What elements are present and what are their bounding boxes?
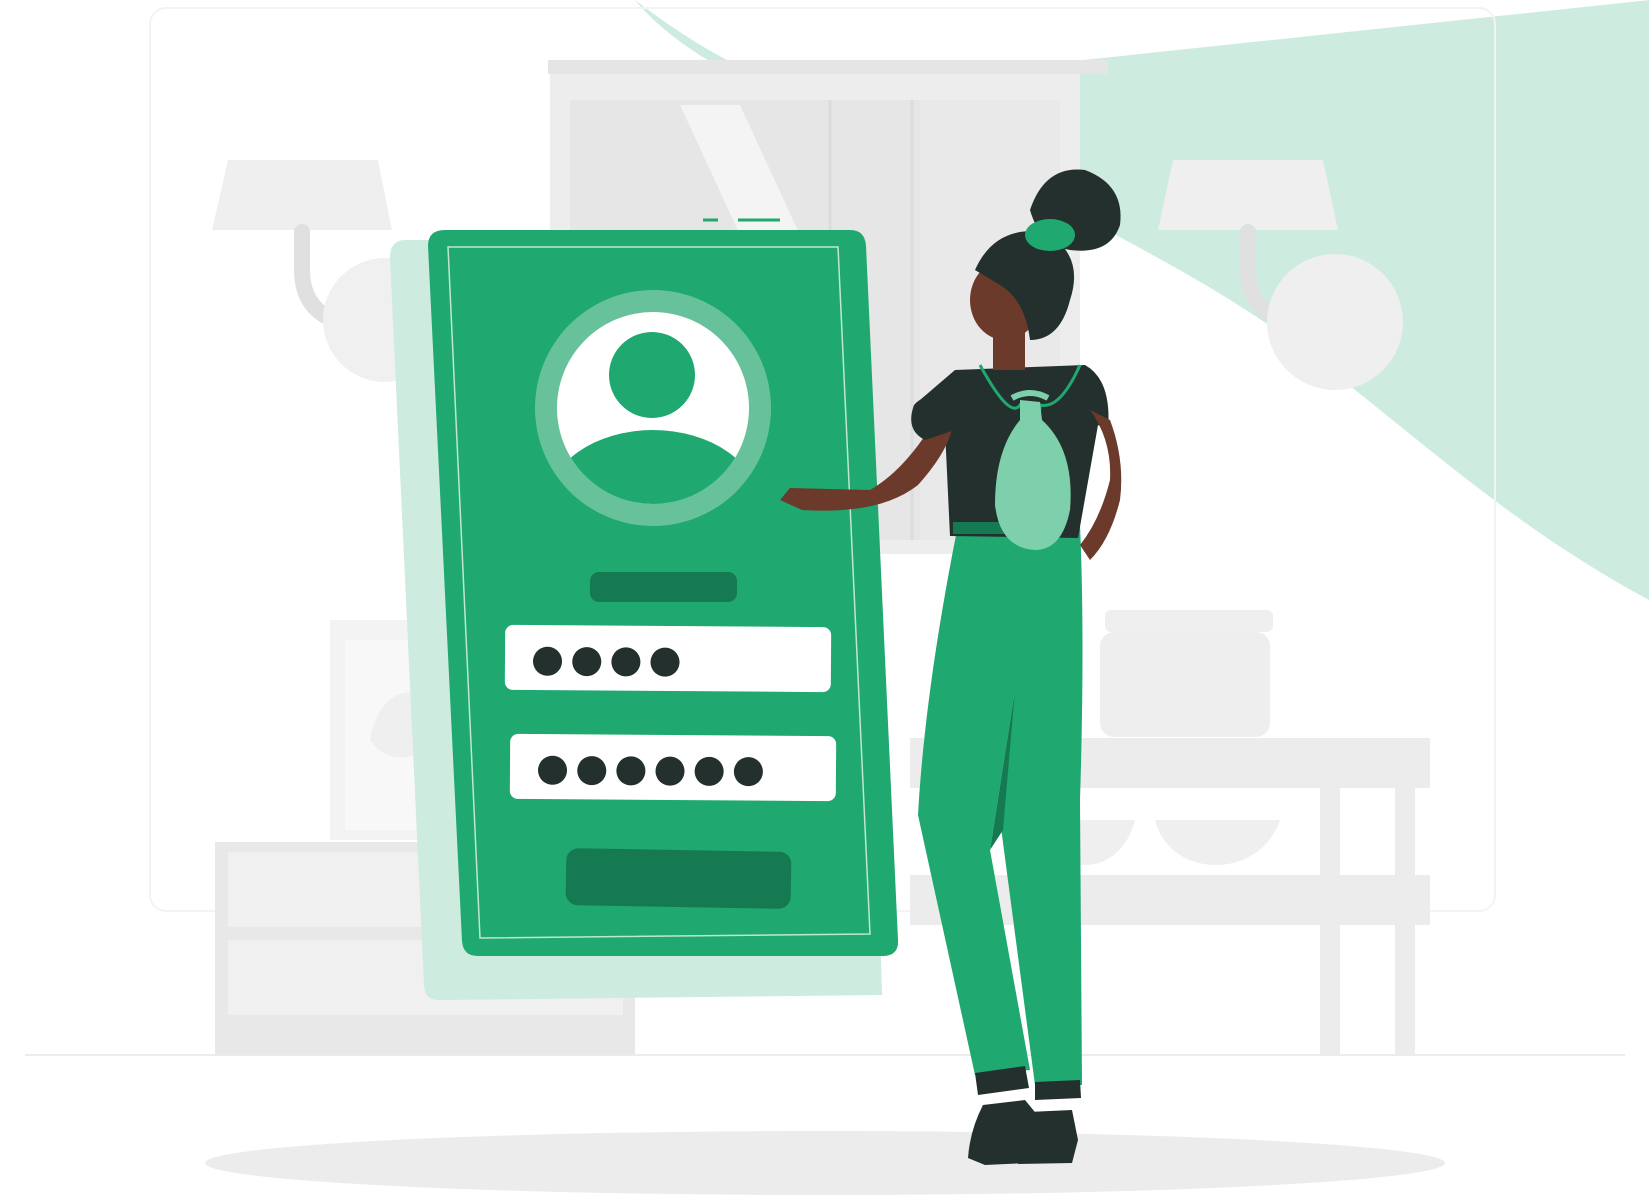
avatar-circle	[557, 312, 749, 504]
floor-shadow	[205, 1131, 1445, 1195]
login-title-placeholder	[590, 572, 737, 602]
password-value: ●●●●●●	[535, 744, 772, 791]
username-field[interactable]: ●●●●	[504, 624, 832, 693]
password-field[interactable]: ●●●●●●	[509, 733, 837, 802]
user-avatar-icon	[535, 290, 771, 526]
login-submit-button[interactable]	[565, 848, 792, 909]
username-value: ●●●●	[530, 635, 688, 681]
scene-illustration	[25, 0, 1649, 1195]
avatar-shoulders	[557, 430, 749, 504]
avatar-head	[609, 332, 695, 418]
